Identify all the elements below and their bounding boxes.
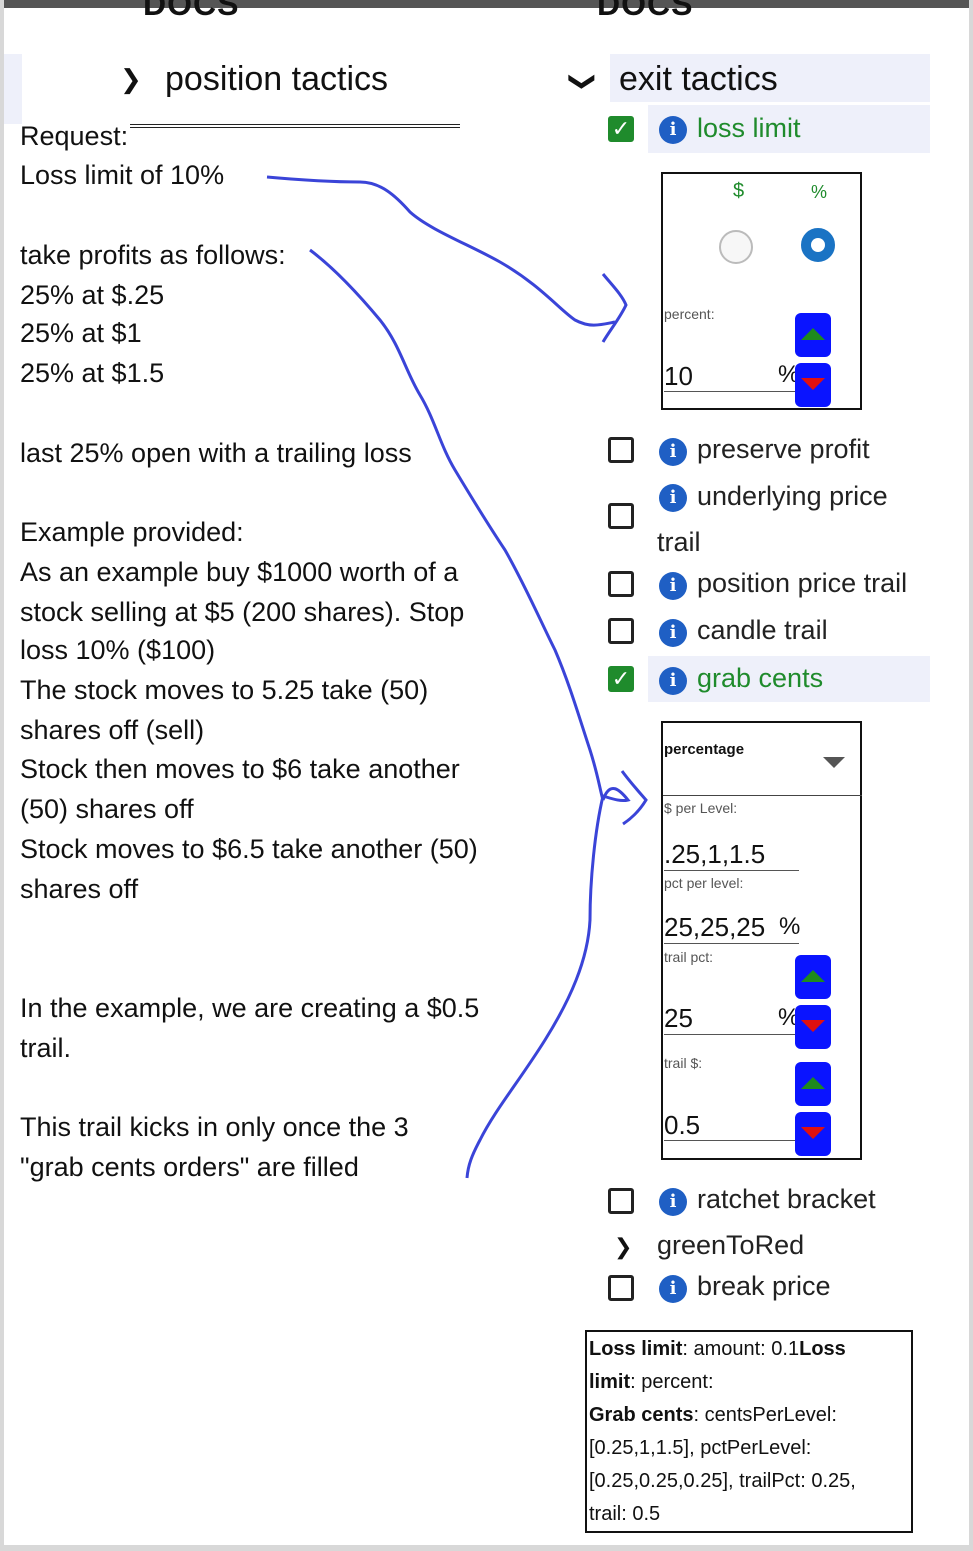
ink-bracket-curve <box>465 787 631 1179</box>
ink-arrow-loss-limit <box>266 175 616 327</box>
ink-arrow-grab-cents <box>309 248 605 801</box>
ink-arrowhead <box>601 273 628 343</box>
ink-annotation-layer <box>266 175 648 1179</box>
